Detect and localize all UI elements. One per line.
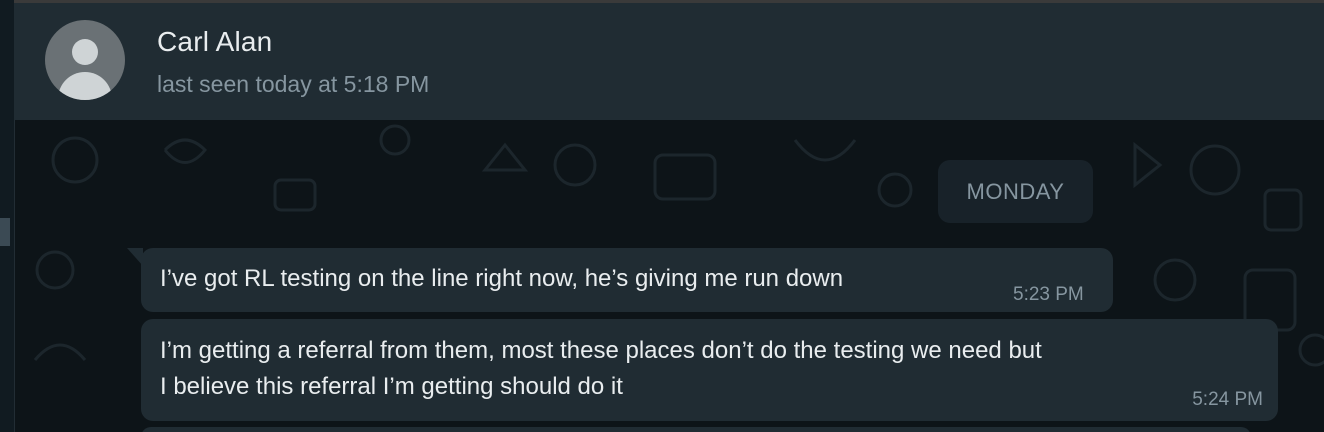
message-time: 5:23 PM: [1013, 284, 1084, 305]
scroll-indicator[interactable]: [0, 218, 10, 246]
contact-name[interactable]: Carl Alan: [157, 26, 272, 58]
message-time: 5:24 PM: [1192, 389, 1263, 410]
avatar-body-icon: [58, 72, 112, 100]
avatar-head-icon: [72, 39, 98, 65]
message-text: I believe this referral I’m getting shou…: [160, 373, 623, 400]
chat-window: Carl Alan last seen today at 5:18 PM MON…: [0, 0, 1324, 432]
chat-list-edge: [0, 0, 15, 432]
message-bubble[interactable]: I’m getting a referral from them, most t…: [141, 319, 1278, 421]
last-seen-status: last seen today at 5:18 PM: [157, 71, 430, 97]
avatar[interactable]: [45, 20, 125, 100]
message-bubble[interactable]: [141, 427, 1251, 432]
message-text: I’ve got RL testing on the line right no…: [160, 265, 844, 292]
message-bubble[interactable]: I’ve got RL testing on the line right no…: [141, 248, 1113, 312]
message-text: I’m getting a referral from them, most t…: [160, 337, 1042, 364]
chat-header[interactable]: Carl Alan last seen today at 5:18 PM: [14, 0, 1324, 120]
date-divider: MONDAY: [938, 160, 1093, 223]
